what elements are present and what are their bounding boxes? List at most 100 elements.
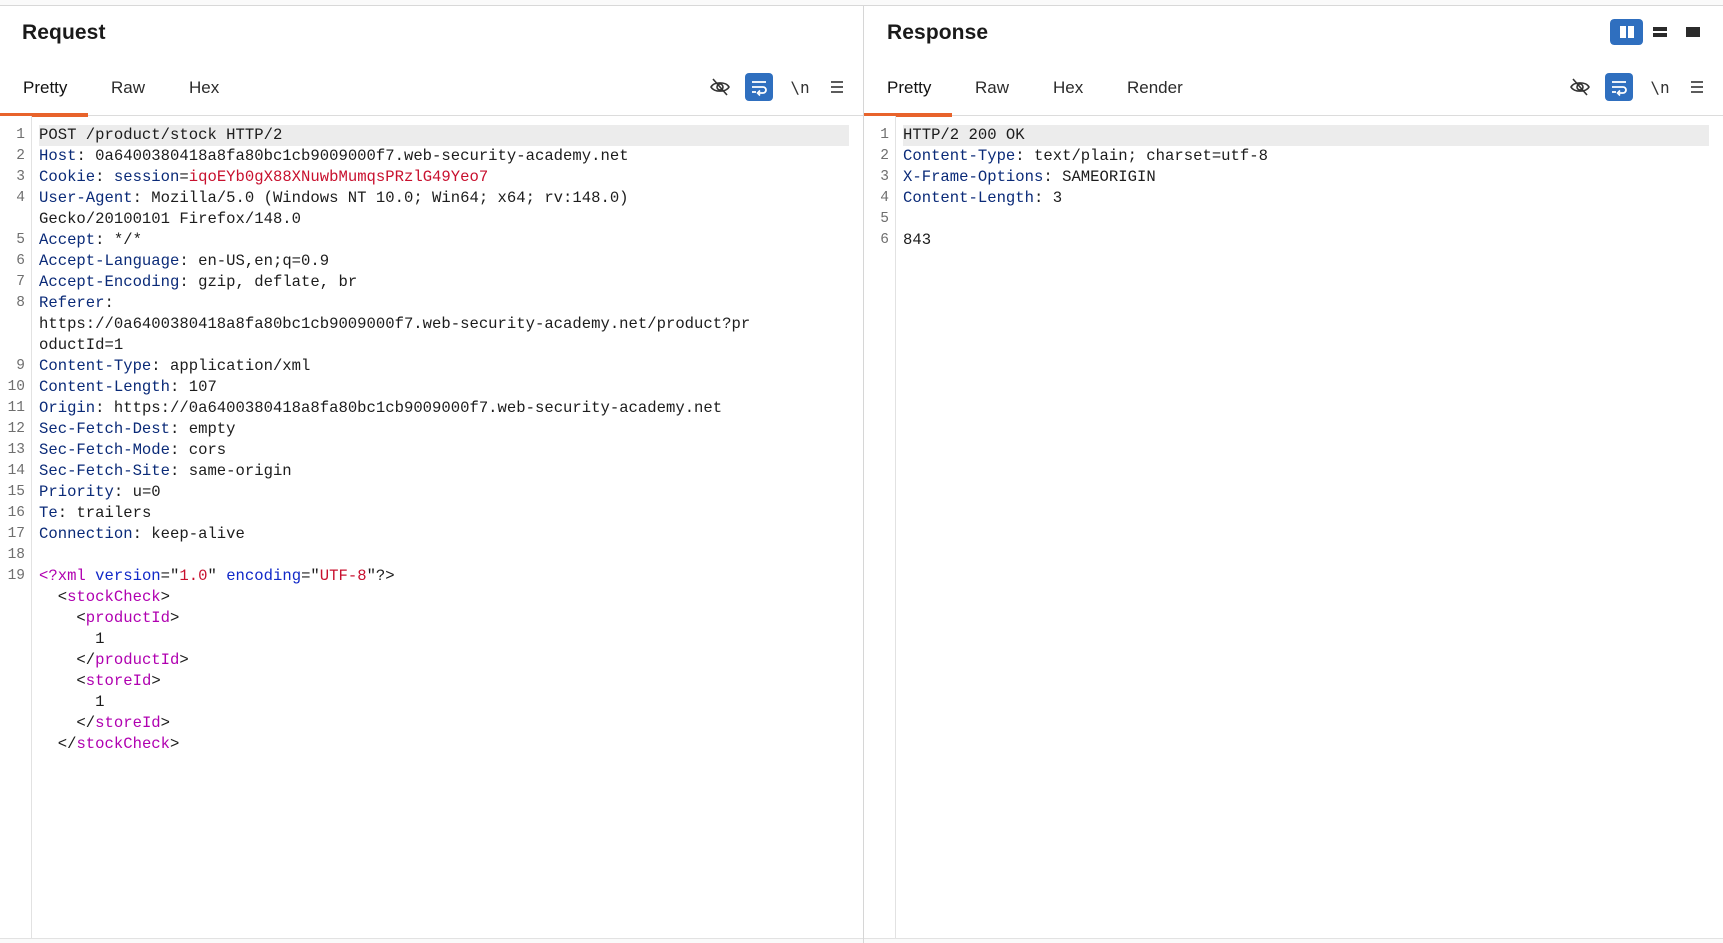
code-line[interactable]: 9 Content-Type: application/xml xyxy=(0,356,863,377)
line-number: 7 xyxy=(16,274,25,290)
code-line[interactable]: 7 Accept-Encoding: gzip, deflate, br xyxy=(0,272,863,293)
code-line[interactable]: 5 Accept: */* xyxy=(0,230,863,251)
line-text: <storeId> xyxy=(39,671,849,692)
code-line[interactable]: 8 Referer: xyxy=(0,293,863,314)
tab-pretty[interactable]: Pretty xyxy=(887,78,931,98)
code-line[interactable]: 5 xyxy=(864,209,1723,230)
code-line[interactable]: oductId=1 xyxy=(0,335,863,356)
tab-hex[interactable]: Hex xyxy=(1053,78,1083,98)
token: session xyxy=(113,168,180,186)
code-line[interactable]: 3 X-Frame-Options: SAMEORIGIN xyxy=(864,167,1723,188)
line-number: 13 xyxy=(7,442,25,458)
line-number: 2 xyxy=(16,148,25,164)
token: </ xyxy=(39,651,96,669)
code-line[interactable]: 13 Sec-Fetch-Mode: cors xyxy=(0,440,863,461)
menu-icon[interactable] xyxy=(1683,73,1711,101)
stacked-layout-icon[interactable] xyxy=(1643,19,1676,45)
token: : xyxy=(1043,168,1063,186)
code-line[interactable]: 2 Content-Type: text/plain; charset=utf-8 xyxy=(864,146,1723,167)
code-line[interactable]: </stockCheck> xyxy=(0,734,863,755)
code-line[interactable]: 4 User-Agent: Mozilla/5.0 (Windows NT 10.… xyxy=(0,188,863,209)
line-text: POST /product/stock HTTP/2 xyxy=(39,125,849,146)
side-by-side-layout-icon[interactable] xyxy=(1610,19,1643,45)
word-wrap-icon[interactable] xyxy=(745,73,773,101)
code-line[interactable]: 17 Connection: keep-alive xyxy=(0,524,863,545)
code-line[interactable]: 1 xyxy=(0,629,863,650)
token: </ xyxy=(39,714,96,732)
token: = xyxy=(179,168,189,186)
line-number: 19 xyxy=(7,568,25,584)
code-line[interactable]: 10 Content-Length: 107 xyxy=(0,377,863,398)
bottom-strip xyxy=(864,938,1723,943)
response-editor[interactable]: 1 HTTP/2 200 OK 2 Content-Type: text/plain;… xyxy=(864,116,1723,943)
tab-raw[interactable]: Raw xyxy=(975,78,1009,98)
tab-raw[interactable]: Raw xyxy=(111,78,145,98)
tab-render[interactable]: Render xyxy=(1127,78,1183,98)
word-wrap-icon[interactable] xyxy=(1605,73,1633,101)
token: trailers xyxy=(76,504,152,522)
code-line[interactable]: 15 Priority: u=0 xyxy=(0,482,863,503)
code-line[interactable]: 16 Te: trailers xyxy=(0,503,863,524)
code-line[interactable]: 3 Cookie: session=iqoEYb0gX88XNuwbMumqsPR… xyxy=(0,167,863,188)
code-line[interactable]: 19 <?xml version="1.0" encoding="UTF-8"?> xyxy=(0,566,863,587)
token: productId xyxy=(85,609,171,627)
token: Content-Type xyxy=(39,357,152,375)
code-line[interactable]: 18 xyxy=(0,545,863,566)
line-text: Sec-Fetch-Dest: empty xyxy=(39,419,849,440)
code-line[interactable]: </productId> xyxy=(0,650,863,671)
line-text: </productId> xyxy=(39,650,849,671)
code-line[interactable]: 1 xyxy=(0,692,863,713)
single-layout-icon[interactable] xyxy=(1676,19,1709,45)
line-text: <?xml version="1.0" encoding="UTF-8"?> xyxy=(39,566,849,587)
hide-nonprintable-icon[interactable] xyxy=(706,73,734,101)
code-line[interactable]: https://0a6400380418a8fa80bc1cb9009000f7… xyxy=(0,314,863,335)
code-line[interactable]: Gecko/20100101 Firefox/148.0 xyxy=(0,209,863,230)
line-number: 4 xyxy=(16,190,25,206)
request-code[interactable]: 1 POST /product/stock HTTP/2 2 Host: 0a6400… xyxy=(0,125,863,755)
code-line[interactable]: 4 Content-Length: 3 xyxy=(864,188,1723,209)
token: X-Frame-Options xyxy=(903,168,1044,186)
token: : xyxy=(1015,147,1035,165)
token: stockCheck xyxy=(76,735,171,753)
token: 843 xyxy=(903,231,932,249)
newline-toggle-button[interactable]: \n xyxy=(786,73,814,101)
line-number: 14 xyxy=(7,463,25,479)
newline-toggle-button[interactable]: \n xyxy=(1646,73,1674,101)
token: > xyxy=(170,609,180,627)
token: : xyxy=(170,420,189,438)
menu-icon[interactable] xyxy=(823,73,851,101)
token: Gecko/20100101 Firefox/148.0 xyxy=(39,210,302,228)
tab-hex[interactable]: Hex xyxy=(189,78,219,98)
code-line[interactable]: 1 HTTP/2 200 OK xyxy=(864,125,1723,146)
code-line[interactable]: <productId> xyxy=(0,608,863,629)
token: Cookie xyxy=(39,168,96,186)
token: : xyxy=(113,483,133,501)
token: < xyxy=(39,588,68,606)
token: : xyxy=(170,441,189,459)
line-text: <productId> xyxy=(39,608,849,629)
line-text: X-Frame-Options: SAMEORIGIN xyxy=(903,167,1709,188)
line-number: 8 xyxy=(16,295,25,311)
code-line[interactable]: 6 843 xyxy=(864,230,1723,251)
request-editor[interactable]: 1 POST /product/stock HTTP/2 2 Host: 0a6400… xyxy=(0,116,863,943)
code-line[interactable]: 14 Sec-Fetch-Site: same-origin xyxy=(0,461,863,482)
code-line[interactable]: 6 Accept-Language: en-US,en;q=0.9 xyxy=(0,251,863,272)
token: version xyxy=(95,567,161,585)
code-line[interactable]: 12 Sec-Fetch-Dest: empty xyxy=(0,419,863,440)
code-line[interactable]: </storeId> xyxy=(0,713,863,734)
hide-nonprintable-icon[interactable] xyxy=(1566,73,1594,101)
response-tabbar: Pretty Raw Hex Render \n xyxy=(864,62,1723,117)
code-line[interactable]: 2 Host: 0a6400380418a8fa80bc1cb9009000f7.… xyxy=(0,146,863,167)
code-line[interactable]: 11 Origin: https://0a6400380418a8fa80bc1c… xyxy=(0,398,863,419)
tab-pretty[interactable]: Pretty xyxy=(23,78,67,98)
response-code[interactable]: 1 HTTP/2 200 OK 2 Content-Type: text/plain;… xyxy=(864,125,1723,251)
code-line[interactable]: <stockCheck> xyxy=(0,587,863,608)
token: : xyxy=(179,252,199,270)
code-line[interactable]: <storeId> xyxy=(0,671,863,692)
line-number: 18 xyxy=(7,547,25,563)
line-number: 3 xyxy=(880,169,889,185)
line-text: Content-Length: 107 xyxy=(39,377,849,398)
token: 1 xyxy=(39,630,105,648)
line-text: https://0a6400380418a8fa80bc1cb9009000f7… xyxy=(39,314,849,335)
code-line[interactable]: 1 POST /product/stock HTTP/2 xyxy=(0,125,863,146)
